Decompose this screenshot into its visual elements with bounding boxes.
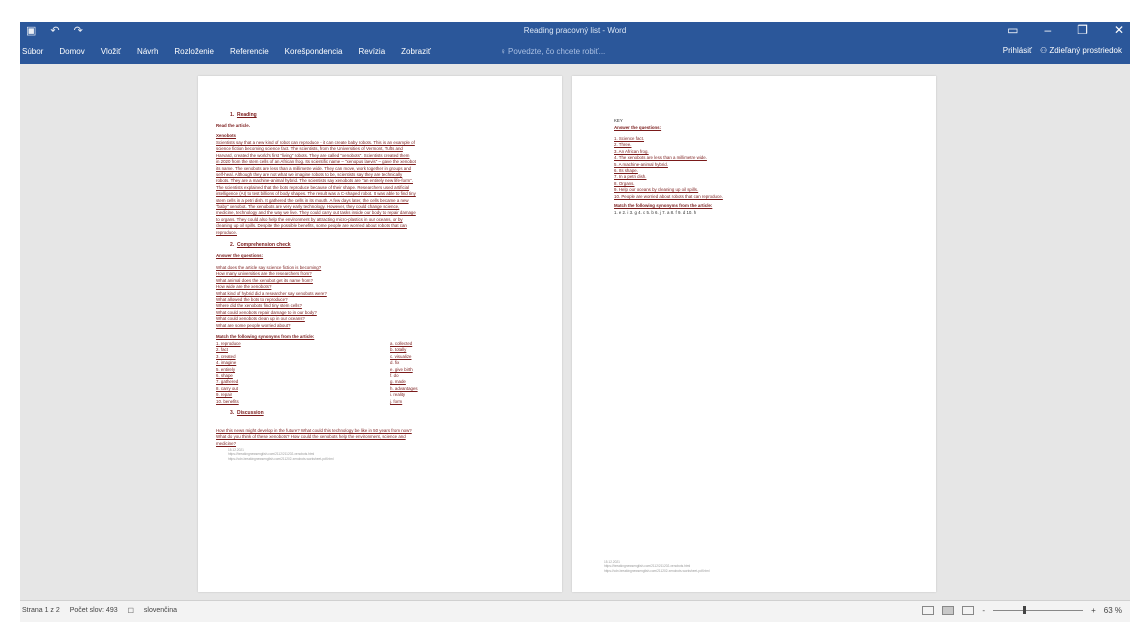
section-2-heading: 2. Comprehension check: [230, 242, 291, 248]
read-mode-button[interactable]: [922, 606, 935, 615]
section-1-heading: 1. Reading: [230, 112, 257, 118]
section-2-title: Comprehension check: [236, 242, 291, 248]
match-title: Match the following synonyms from the ar…: [216, 334, 315, 339]
article-body: Scientists say that a new kind of robot …: [216, 140, 548, 236]
question-item: What are some people worried about?: [216, 322, 291, 328]
word-count[interactable]: Počet slov: 493: [70, 607, 118, 615]
web-layout-button[interactable]: [962, 606, 975, 615]
minimize-icon[interactable]: –: [1044, 23, 1051, 37]
discussion-text: How this news might develop in the futur…: [216, 428, 548, 447]
tab-review[interactable]: Revízia: [358, 47, 385, 56]
window-controls: ▭ – ❐ ✕: [1007, 23, 1124, 37]
page-1-footer: 15.12.2021 https://breakingnewsenglish.c…: [228, 448, 528, 461]
page-count[interactable]: Strana 1 z 2: [22, 607, 60, 615]
zoom-in-button[interactable]: +: [1091, 606, 1096, 615]
status-bar: Strana 1 z 2 Počet slov: 493 ☐ slovenčin…: [20, 600, 1130, 622]
word-window: ▣ ↶ ↷ Reading pracovný list - Word ▭ – ❐…: [20, 22, 1130, 622]
questions-instruction: Answer the questions:: [216, 253, 264, 258]
read-instruction: Read the article.: [216, 123, 250, 128]
window-title: Reading pracovný list - Word: [523, 26, 627, 35]
match-left-column: 1. reproduce 2. fact 3. created 4. imagi…: [216, 341, 356, 405]
tab-home[interactable]: Domov: [59, 47, 84, 56]
article-line: reproduce.: [216, 229, 237, 235]
status-left: Strana 1 z 2 Počet slov: 493 ☐ slovenčin…: [22, 607, 177, 615]
match-answers-title: Match the following synonyms from the ar…: [614, 203, 713, 208]
tab-design[interactable]: Návrh: [137, 47, 158, 56]
footer-line: https://cdn.breakingnewsenglish.com/2112…: [604, 568, 710, 573]
person-icon: ⚇: [1040, 46, 1048, 55]
answer-item: 10. People are worried about robots that…: [614, 193, 723, 199]
tab-insert[interactable]: Vložiť: [101, 47, 121, 56]
match-right-column: a. collected b. totally c. visualize d. …: [390, 341, 530, 405]
sign-in-link[interactable]: Prihlásiť: [1003, 46, 1032, 55]
document-canvas[interactable]: 1. Reading Read the article. Xenobots Sc…: [20, 64, 1130, 598]
page-2[interactable]: KEY Answer the questions: 1. Science fac…: [572, 76, 936, 592]
title-bar: ▣ ↶ ↷ Reading pracovný list - Word ▭ – ❐…: [20, 22, 1130, 42]
zoom-out-button[interactable]: -: [982, 606, 985, 615]
section-3-number: 3.: [230, 410, 235, 416]
discussion-line: medicine?: [216, 440, 237, 446]
answers-list: 1. Science fact. 2. Three. 3. An African…: [614, 136, 894, 200]
ribbon-display-icon[interactable]: ▭: [1007, 23, 1018, 37]
section-3-heading: 3. Discussion: [230, 410, 264, 416]
ribbon-tabs: Súbor Domov Vložiť Návrh Rozloženie Refe…: [22, 47, 431, 56]
share-label: Zdieľaný prostriedok: [1049, 46, 1122, 55]
page-2-footer: 15.12.2021 https://breakingnewsenglish.c…: [604, 560, 904, 573]
ribbon-account-area: Prihlásiť ⚇ Zdieľaný prostriedok: [1003, 46, 1122, 55]
tab-mailings[interactable]: Korešpondencia: [285, 47, 343, 56]
tell-me-placeholder: Povedzte, čo chcete robiť...: [508, 47, 606, 56]
match-answers: 1. e 2. i 3. g 4. c 5. b 6. j 7. a 8. f …: [614, 210, 697, 215]
tell-me-box[interactable]: ♀ Povedzte, čo chcete robiť...: [500, 47, 605, 56]
zoom-slider-thumb[interactable]: [1022, 606, 1026, 614]
section-3-title: Discussion: [236, 410, 264, 416]
tab-view[interactable]: Zobraziť: [401, 47, 431, 56]
match-left-item: 10. benefits: [216, 398, 239, 404]
print-layout-button[interactable]: [942, 606, 955, 615]
answers-title: Answer the questions:: [614, 125, 662, 130]
zoom-level[interactable]: 63 %: [1104, 606, 1122, 615]
restore-icon[interactable]: ❐: [1077, 23, 1088, 37]
section-1-title: Reading: [236, 112, 257, 118]
key-label: KEY: [614, 118, 623, 123]
proofing-icon[interactable]: ☐: [128, 607, 134, 615]
footer-line: https://cdn.breakingnewsenglish.com/2112…: [228, 456, 334, 461]
questions-list: What does the article say science fictio…: [216, 265, 516, 329]
ribbon-tab-bar: Súbor Domov Vložiť Návrh Rozloženie Refe…: [20, 42, 1130, 64]
article-title: Xenobots: [216, 133, 237, 138]
language[interactable]: slovenčina: [144, 607, 177, 615]
zoom-slider[interactable]: [993, 606, 1084, 614]
tab-layout[interactable]: Rozloženie: [174, 47, 214, 56]
tab-file[interactable]: Súbor: [22, 47, 43, 56]
tab-references[interactable]: Referencie: [230, 47, 269, 56]
status-right: - + 63 %: [922, 606, 1122, 615]
section-1-number: 1.: [230, 112, 235, 118]
lightbulb-icon: ♀: [500, 47, 506, 56]
page-1[interactable]: 1. Reading Read the article. Xenobots Sc…: [198, 76, 562, 592]
share-button[interactable]: ⚇ Zdieľaný prostriedok: [1040, 46, 1122, 55]
close-icon[interactable]: ✕: [1114, 23, 1124, 37]
match-right-item: j. form: [390, 398, 403, 404]
section-2-number: 2.: [230, 242, 235, 248]
